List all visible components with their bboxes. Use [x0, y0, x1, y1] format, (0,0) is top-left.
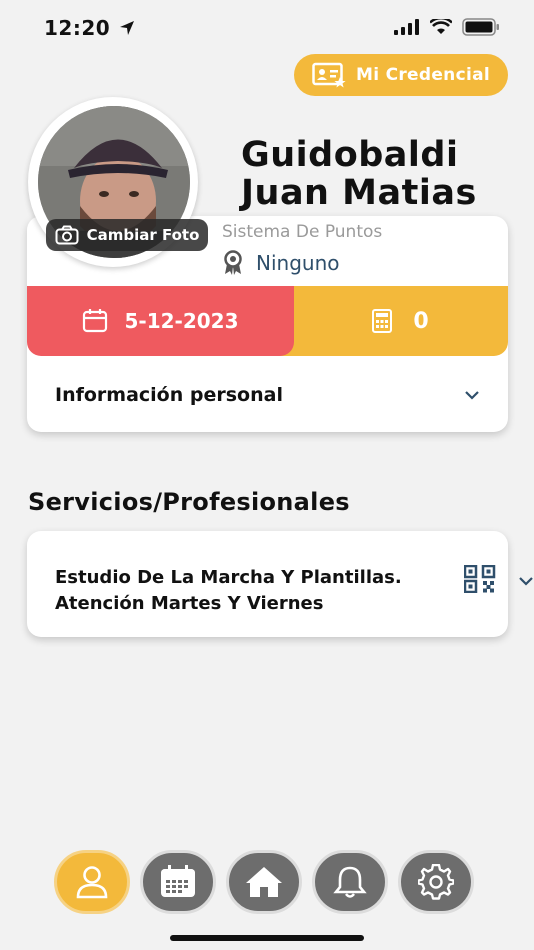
user-name: Guidobaldi Juan Matias — [241, 136, 477, 212]
calculator-icon — [372, 309, 393, 333]
nav-calendar-button[interactable] — [140, 850, 216, 914]
calendar-icon — [161, 865, 195, 897]
points-value-text: Ninguno — [256, 251, 340, 275]
stats-row: 5-12-2023 0 — [27, 286, 508, 356]
nav-profile-button[interactable] — [54, 850, 130, 914]
user-name-line1: Guidobaldi — [241, 135, 459, 175]
signal-icon — [394, 19, 419, 35]
service-chevron-icon[interactable] — [518, 572, 534, 591]
date-stat[interactable]: 5-12-2023 — [27, 286, 294, 356]
location-arrow-icon — [119, 21, 134, 35]
settings-icon — [418, 864, 454, 900]
personal-info-label: Información personal — [55, 384, 283, 406]
change-photo-label: Cambiar Foto — [86, 226, 200, 244]
change-photo-button[interactable]: Cambiar Foto — [46, 219, 208, 251]
personal-info-toggle[interactable]: Información personal — [55, 384, 480, 406]
bell-icon — [333, 866, 367, 898]
status-time: 12:20 — [44, 16, 136, 40]
calendar-icon — [83, 309, 108, 333]
user-icon — [76, 866, 108, 899]
qr-code-icon[interactable] — [463, 564, 496, 597]
status-icons — [394, 18, 500, 36]
credential-label: Mi Credencial — [356, 65, 490, 85]
nav-home-button[interactable] — [226, 850, 302, 914]
nav-settings-button[interactable] — [398, 850, 474, 914]
service-line2: Atención Martes Y Viernes — [55, 593, 324, 614]
service-description: Estudio De La Marcha Y Plantillas. Atenc… — [55, 565, 465, 617]
award-icon — [224, 250, 242, 275]
credential-button[interactable]: Mi Credencial — [294, 54, 508, 96]
home-indicator — [170, 935, 364, 941]
points-system-value: Ninguno — [222, 250, 339, 276]
battery-icon — [462, 18, 499, 36]
bottom-nav — [54, 850, 474, 914]
date-value: 5-12-2023 — [124, 309, 239, 333]
nav-notifications-button[interactable] — [312, 850, 388, 914]
counter-stat[interactable]: 0 — [267, 286, 508, 356]
counter-value: 0 — [413, 308, 429, 334]
camera-icon — [55, 225, 79, 245]
points-system-label: Sistema De Puntos — [222, 222, 383, 242]
id-card-icon — [312, 62, 346, 88]
service-line1: Estudio De La Marcha Y Plantillas. — [55, 567, 402, 588]
services-title: Servicios/Profesionales — [28, 488, 350, 516]
wifi-icon — [430, 19, 452, 34]
home-icon — [246, 867, 282, 897]
chevron-down-icon — [465, 391, 479, 400]
user-name-line2: Juan Matias — [241, 173, 477, 213]
